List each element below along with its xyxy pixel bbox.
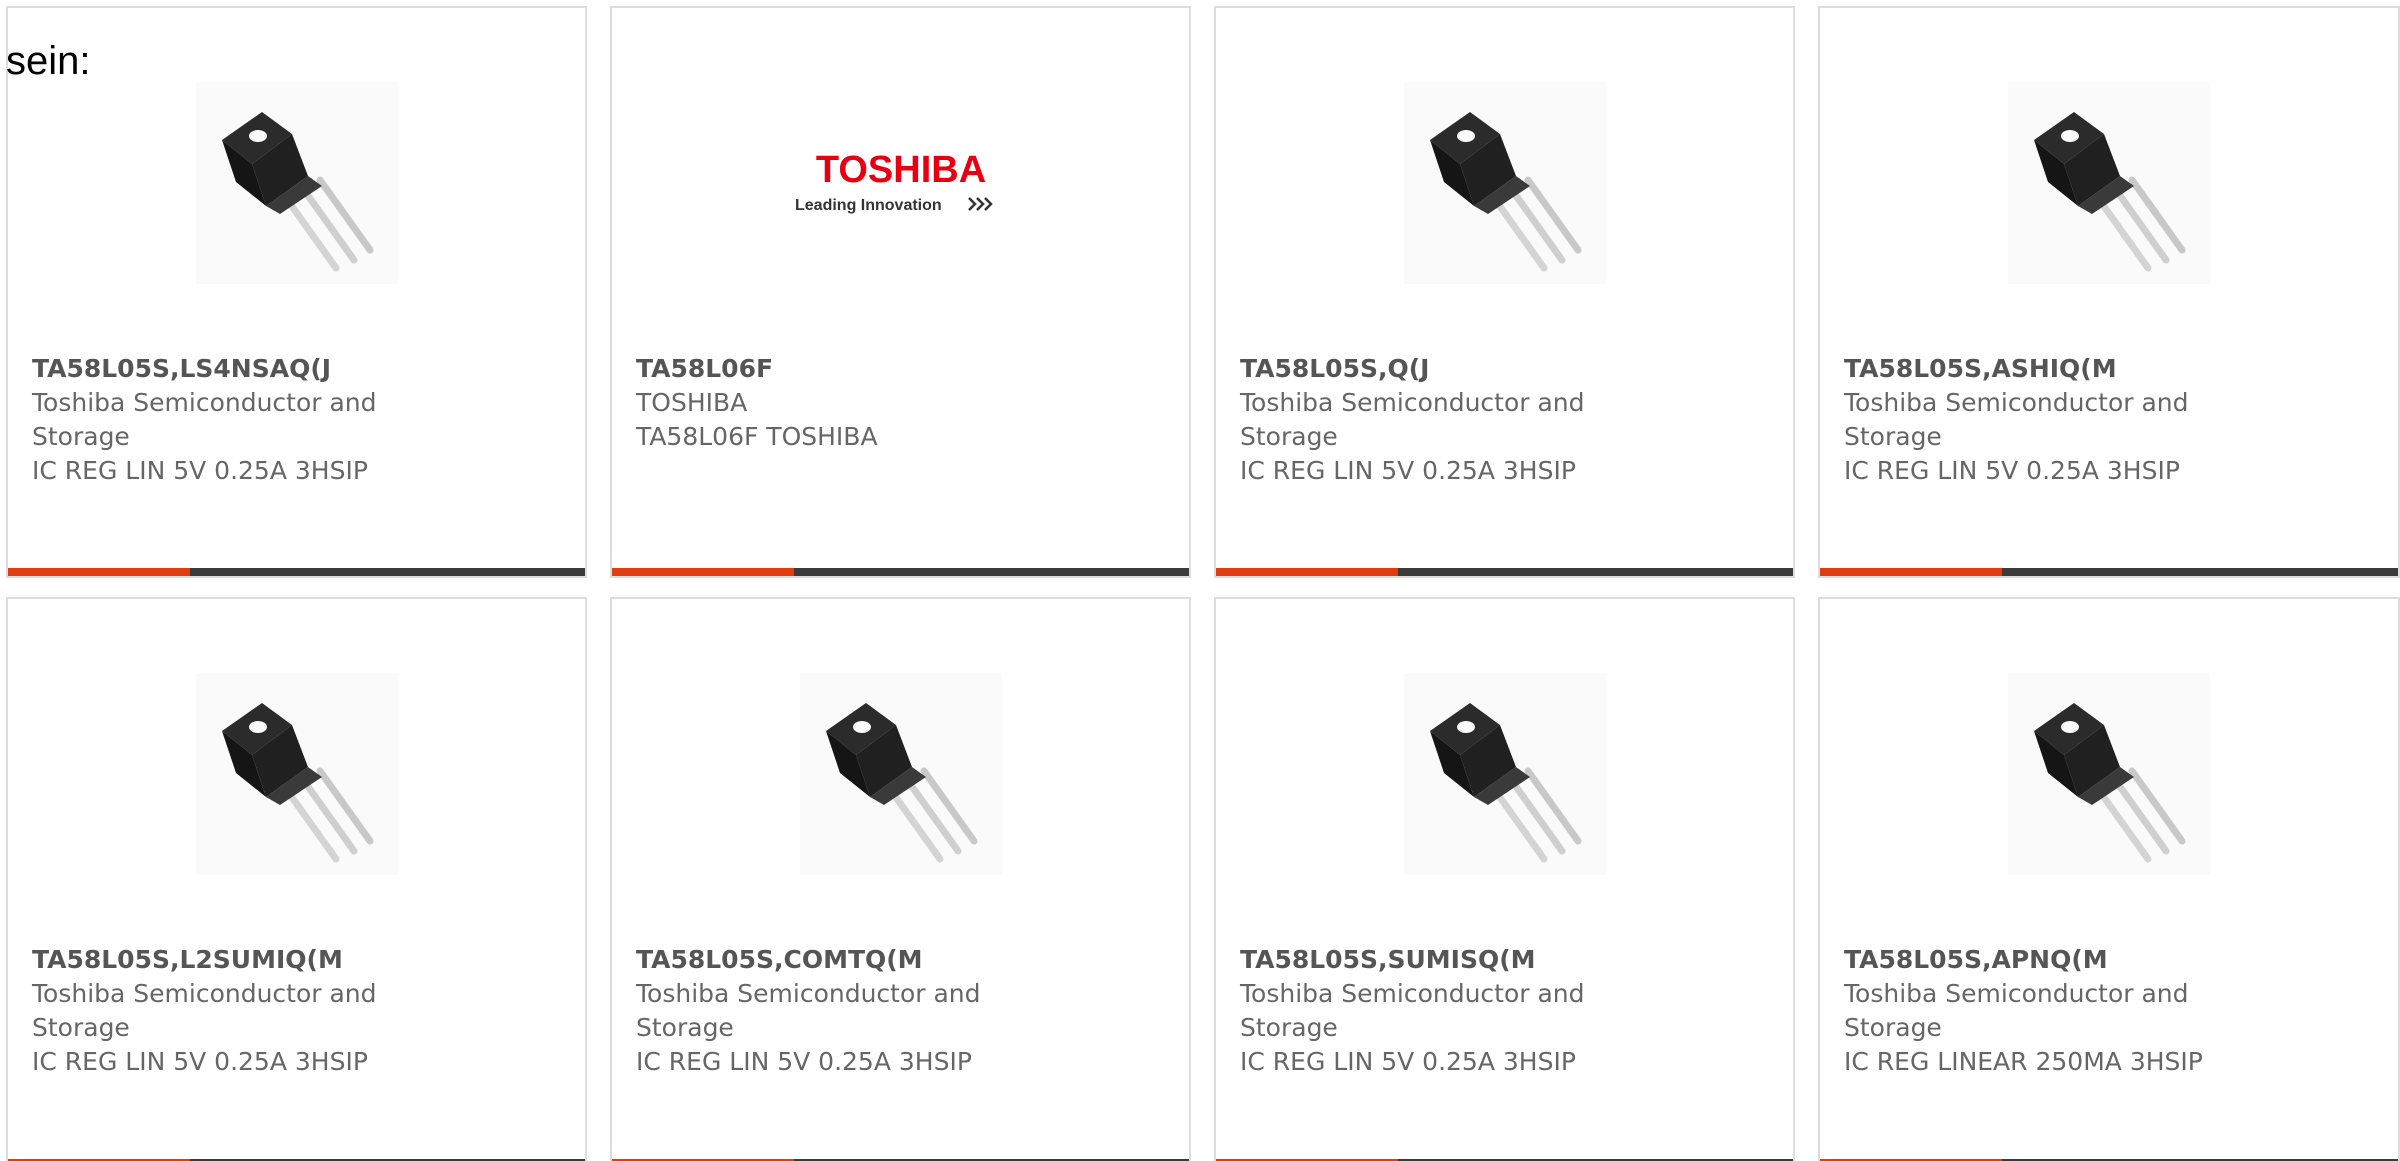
intro-text: sein:: [6, 39, 91, 83]
manufacturer-name-cont: Storage: [1844, 1013, 1942, 1042]
product-description: IC REG LIN 5V 0.25A 3HSIP: [1240, 1047, 1576, 1076]
product-image[interactable]: [195, 82, 398, 284]
toshiba-logo[interactable]: TOSHIBA Leading Innovation: [791, 138, 1011, 228]
product-card[interactable]: TA58L05S,LS4NSAQ(J Toshiba Semiconductor…: [6, 6, 587, 578]
product-card[interactable]: TA58L05S,L2SUMIQ(M Toshiba Semiconductor…: [6, 597, 587, 1161]
toshiba-wordmark: TOSHIBA: [815, 149, 985, 191]
transistor-package-icon: [1403, 82, 1606, 284]
manufacturer-name-cont: Storage: [1844, 422, 1942, 451]
chevrons-icon: [967, 197, 993, 211]
product-info: TA58L05S,Q(J Toshiba Semiconductor and S…: [1240, 352, 1620, 488]
product-description: IC REG LINEAR 250MA 3HSIP: [1844, 1047, 2203, 1076]
part-number-link[interactable]: TA58L05S,L2SUMIQ(M: [32, 943, 412, 977]
part-number-link[interactable]: TA58L05S,APNQ(M: [1844, 943, 2224, 977]
manufacturer-name: Toshiba Semiconductor and: [636, 979, 981, 1008]
product-card[interactable]: TOSHIBA Leading Innovation TA58L06F TOSH…: [610, 6, 1191, 578]
card-accent-bar: [1216, 568, 1398, 576]
transistor-package-icon: [195, 82, 398, 284]
part-number-link[interactable]: TA58L05S,SUMISQ(M: [1240, 943, 1620, 977]
transistor-package-icon: [2008, 82, 2210, 284]
transistor-package-icon: [2008, 673, 2210, 875]
product-card[interactable]: TA58L05S,APNQ(M Toshiba Semiconductor an…: [1818, 597, 2400, 1161]
transistor-package-icon: [195, 673, 398, 875]
manufacturer-name: Toshiba Semiconductor and: [1844, 979, 2189, 1008]
product-info: TA58L06F TOSHIBA TA58L06F TOSHIBA: [636, 352, 1016, 454]
product-description: IC REG LIN 5V 0.25A 3HSIP: [636, 1047, 972, 1076]
card-accent-bar: [8, 568, 190, 576]
product-description: IC REG LIN 5V 0.25A 3HSIP: [32, 456, 368, 485]
manufacturer-name-cont: Storage: [32, 1013, 130, 1042]
part-number-link[interactable]: TA58L06F: [636, 352, 1016, 386]
product-description: IC REG LIN 5V 0.25A 3HSIP: [32, 1047, 368, 1076]
part-number-link[interactable]: TA58L05S,COMTQ(M: [636, 943, 1016, 977]
manufacturer-name-cont: Storage: [1240, 1013, 1338, 1042]
product-info: TA58L05S,APNQ(M Toshiba Semiconductor an…: [1844, 943, 2224, 1079]
manufacturer-name: Toshiba Semiconductor and: [1240, 388, 1585, 417]
card-footer-bar: [1216, 568, 1793, 576]
product-card[interactable]: TA58L05S,Q(J Toshiba Semiconductor and S…: [1214, 6, 1795, 578]
product-image[interactable]: [799, 673, 1002, 875]
card-accent-bar: [1820, 568, 2002, 576]
product-description: IC REG LIN 5V 0.25A 3HSIP: [1844, 456, 2180, 485]
product-image[interactable]: [1403, 82, 1606, 284]
product-image[interactable]: [2008, 82, 2210, 284]
manufacturer-name-cont: Storage: [32, 422, 130, 451]
manufacturer-name: Toshiba Semiconductor and: [1240, 979, 1585, 1008]
product-description: TA58L06F TOSHIBA: [636, 422, 878, 451]
product-info: TA58L05S,L2SUMIQ(M Toshiba Semiconductor…: [32, 943, 412, 1079]
product-image[interactable]: [1403, 673, 1606, 875]
card-footer-bar: [1820, 568, 2398, 576]
manufacturer-name: Toshiba Semiconductor and: [1844, 388, 2189, 417]
product-info: TA58L05S,LS4NSAQ(J Toshiba Semiconductor…: [32, 352, 412, 488]
part-number-link[interactable]: TA58L05S,LS4NSAQ(J: [32, 352, 412, 386]
part-number-link[interactable]: TA58L05S,ASHIQ(M: [1844, 352, 2224, 386]
transistor-package-icon: [799, 673, 1002, 875]
card-footer-bar: [612, 568, 1189, 576]
transistor-package-icon: [1403, 673, 1606, 875]
manufacturer-name: Toshiba Semiconductor and: [32, 979, 377, 1008]
product-info: TA58L05S,SUMISQ(M Toshiba Semiconductor …: [1240, 943, 1620, 1079]
product-info: TA58L05S,COMTQ(M Toshiba Semiconductor a…: [636, 943, 1016, 1079]
manufacturer-name: Toshiba Semiconductor and: [32, 388, 377, 417]
card-accent-bar: [612, 568, 794, 576]
manufacturer-name: TOSHIBA: [636, 388, 748, 417]
toshiba-tagline: Leading Innovation: [795, 197, 942, 214]
product-image[interactable]: [2008, 673, 2210, 875]
part-number-link[interactable]: TA58L05S,Q(J: [1240, 352, 1620, 386]
manufacturer-name-cont: Storage: [1240, 422, 1338, 451]
product-description: IC REG LIN 5V 0.25A 3HSIP: [1240, 456, 1576, 485]
product-info: TA58L05S,ASHIQ(M Toshiba Semiconductor a…: [1844, 352, 2224, 488]
product-card[interactable]: TA58L05S,SUMISQ(M Toshiba Semiconductor …: [1214, 597, 1795, 1161]
product-image[interactable]: [195, 673, 398, 875]
product-card[interactable]: TA58L05S,COMTQ(M Toshiba Semiconductor a…: [610, 597, 1191, 1161]
product-card[interactable]: TA58L05S,ASHIQ(M Toshiba Semiconductor a…: [1818, 6, 2400, 578]
card-footer-bar: [8, 568, 585, 576]
manufacturer-name-cont: Storage: [636, 1013, 734, 1042]
